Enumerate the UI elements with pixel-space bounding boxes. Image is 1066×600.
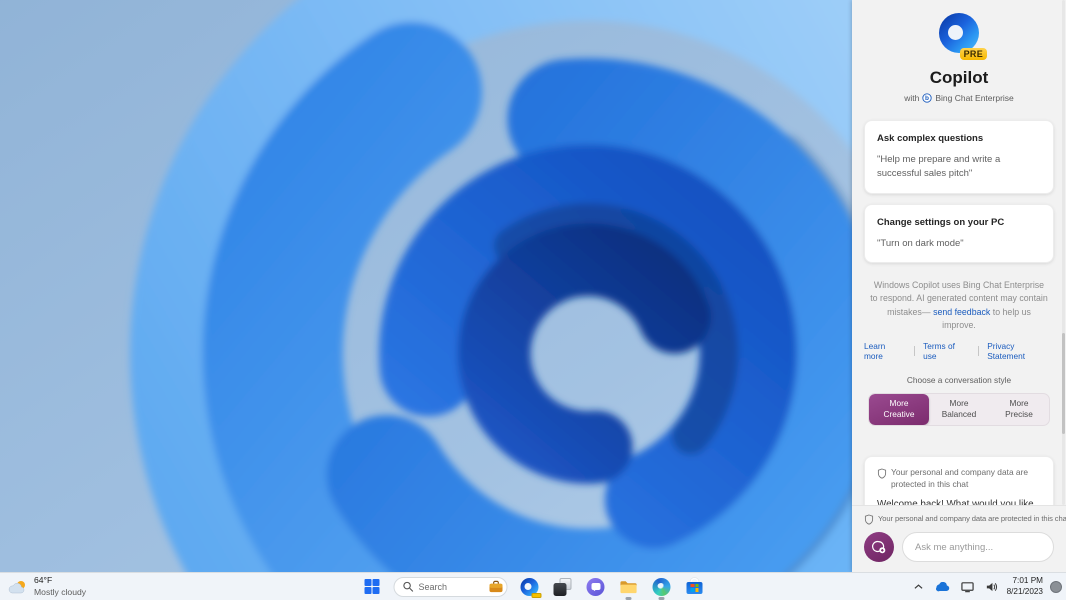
start-button[interactable] bbox=[361, 576, 383, 598]
running-indicator bbox=[658, 597, 665, 600]
copilot-icon bbox=[520, 577, 542, 598]
notification-center-button[interactable] bbox=[1050, 580, 1062, 593]
windows-desktop: PRE Copilot with b Bing Chat Enterprise … bbox=[0, 0, 1066, 600]
copilot-swirl-icon bbox=[939, 13, 979, 53]
welcome-message-card: Your personal and company data are prote… bbox=[864, 456, 1054, 505]
edge-icon bbox=[652, 577, 671, 596]
tray-overflow-button[interactable] bbox=[912, 582, 925, 592]
search-icon bbox=[403, 581, 414, 592]
pre-mini-badge bbox=[531, 592, 542, 598]
style-option-precise[interactable]: More Precise bbox=[989, 394, 1049, 425]
store-icon bbox=[686, 577, 704, 596]
link-divider bbox=[914, 346, 916, 357]
privacy-statement-link[interactable]: Privacy Statement bbox=[987, 341, 1054, 361]
ai-disclaimer: Windows Copilot uses Bing Chat Enterpris… bbox=[870, 279, 1048, 332]
terms-of-use-link[interactable]: Terms of use bbox=[923, 341, 970, 361]
shield-icon bbox=[864, 514, 874, 525]
taskbar-search[interactable] bbox=[393, 576, 508, 597]
suggestion-card-complex-questions[interactable]: Ask complex questions "Help me prepare a… bbox=[864, 120, 1054, 194]
copilot-subtitle: with b Bing Chat Enterprise bbox=[864, 93, 1054, 103]
copilot-sidebar: PRE Copilot with b Bing Chat Enterprise … bbox=[852, 0, 1066, 572]
condition: Mostly cloudy bbox=[34, 586, 87, 597]
speaker-icon bbox=[986, 582, 997, 591]
network-icon bbox=[960, 581, 974, 592]
style-option-creative[interactable]: More Creative bbox=[869, 394, 929, 426]
task-view-button[interactable] bbox=[552, 576, 574, 598]
microsoft-store-button[interactable] bbox=[684, 576, 706, 598]
ask-me-anything-input[interactable] bbox=[902, 532, 1054, 562]
onedrive-button[interactable] bbox=[932, 580, 952, 594]
svg-text:b: b bbox=[925, 95, 929, 102]
taskbar: 64°F Mostly cloudy Search 7:01 PM 8/21/2… bbox=[0, 572, 1066, 600]
system-tray: 7:01 PM 8/21/2023 bbox=[912, 573, 1062, 600]
send-feedback-link[interactable]: send feedback bbox=[933, 307, 990, 317]
weather-text: 64°F Mostly cloudy bbox=[34, 575, 86, 597]
suggestion-card-change-settings[interactable]: Change settings on your PC "Turn on dark… bbox=[864, 203, 1054, 264]
bing-icon: b bbox=[922, 93, 932, 103]
search-input[interactable] bbox=[418, 581, 484, 592]
link-divider bbox=[978, 346, 980, 357]
suggestion-title: Change settings on your PC bbox=[877, 216, 1005, 228]
folder-icon bbox=[619, 580, 637, 593]
subtitle-prefix: with bbox=[904, 93, 920, 103]
privacy-note: Your personal and company data are prote… bbox=[877, 467, 1041, 491]
copilot-input-area: Your personal and company data are prote… bbox=[852, 505, 1066, 572]
file-explorer-button[interactable] bbox=[618, 576, 640, 600]
time: 7:01 PM bbox=[1012, 575, 1044, 585]
network-button[interactable] bbox=[959, 579, 976, 595]
style-option-balanced[interactable]: More Balanced bbox=[929, 394, 989, 425]
privacy-note-text: Your personal and company data are prote… bbox=[878, 514, 1066, 524]
scrollbar-thumb[interactable] bbox=[1062, 333, 1065, 435]
chat-input-row bbox=[864, 532, 1054, 562]
taskbar-center bbox=[361, 573, 706, 600]
running-indicator bbox=[625, 597, 632, 600]
privacy-note-text: Your personal and company data are prote… bbox=[891, 467, 1029, 490]
copilot-logo: PRE bbox=[937, 13, 987, 60]
onedrive-cloud-icon bbox=[935, 581, 949, 591]
clock[interactable]: 7:01 PM 8/21/2023 bbox=[1007, 576, 1043, 597]
conversation-style-picker: More Creative More Balanced More Precise bbox=[868, 393, 1050, 427]
chat-button[interactable] bbox=[585, 576, 607, 598]
learn-more-link[interactable]: Learn more bbox=[864, 341, 906, 361]
edge-button[interactable] bbox=[651, 576, 673, 600]
windows-logo-icon bbox=[364, 579, 379, 594]
volume-button[interactable] bbox=[983, 579, 1000, 595]
temperature: 64°F bbox=[34, 575, 53, 586]
new-chat-icon bbox=[872, 540, 886, 554]
copilot-content: PRE Copilot with b Bing Chat Enterprise … bbox=[852, 0, 1066, 505]
shield-icon bbox=[877, 468, 887, 480]
sidebar-scrollbar[interactable] bbox=[1062, 0, 1065, 505]
page-title: Copilot bbox=[929, 68, 989, 87]
suggestion-title: Ask complex questions bbox=[877, 133, 984, 144]
task-view-icon bbox=[553, 577, 572, 596]
footer-links: Learn more Terms of use Privacy Statemen… bbox=[864, 341, 1054, 361]
chat-icon bbox=[586, 577, 605, 596]
privacy-note-footer: Your personal and company data are prote… bbox=[864, 514, 1066, 525]
new-topic-button[interactable] bbox=[864, 532, 894, 562]
pre-badge: PRE bbox=[959, 48, 987, 60]
taskbar-copilot-button[interactable] bbox=[519, 576, 542, 598]
weather-widget[interactable]: 64°F Mostly cloudy bbox=[8, 573, 86, 600]
welcome-message: Welcome back! What would you like to cha… bbox=[877, 498, 1034, 505]
suggestion-body: "Help me prepare and write a successful … bbox=[877, 154, 1001, 179]
date: 8/21/2023 bbox=[1006, 586, 1043, 596]
chevron-up-icon bbox=[914, 583, 923, 589]
search-highlight-icon[interactable] bbox=[489, 580, 504, 593]
conversation-style-label: Choose a conversation style bbox=[906, 375, 1012, 386]
subtitle-brand: Bing Chat Enterprise bbox=[935, 93, 1014, 103]
suggestion-body: "Turn on dark mode" bbox=[877, 237, 964, 249]
partly-cloudy-icon bbox=[8, 580, 25, 593]
